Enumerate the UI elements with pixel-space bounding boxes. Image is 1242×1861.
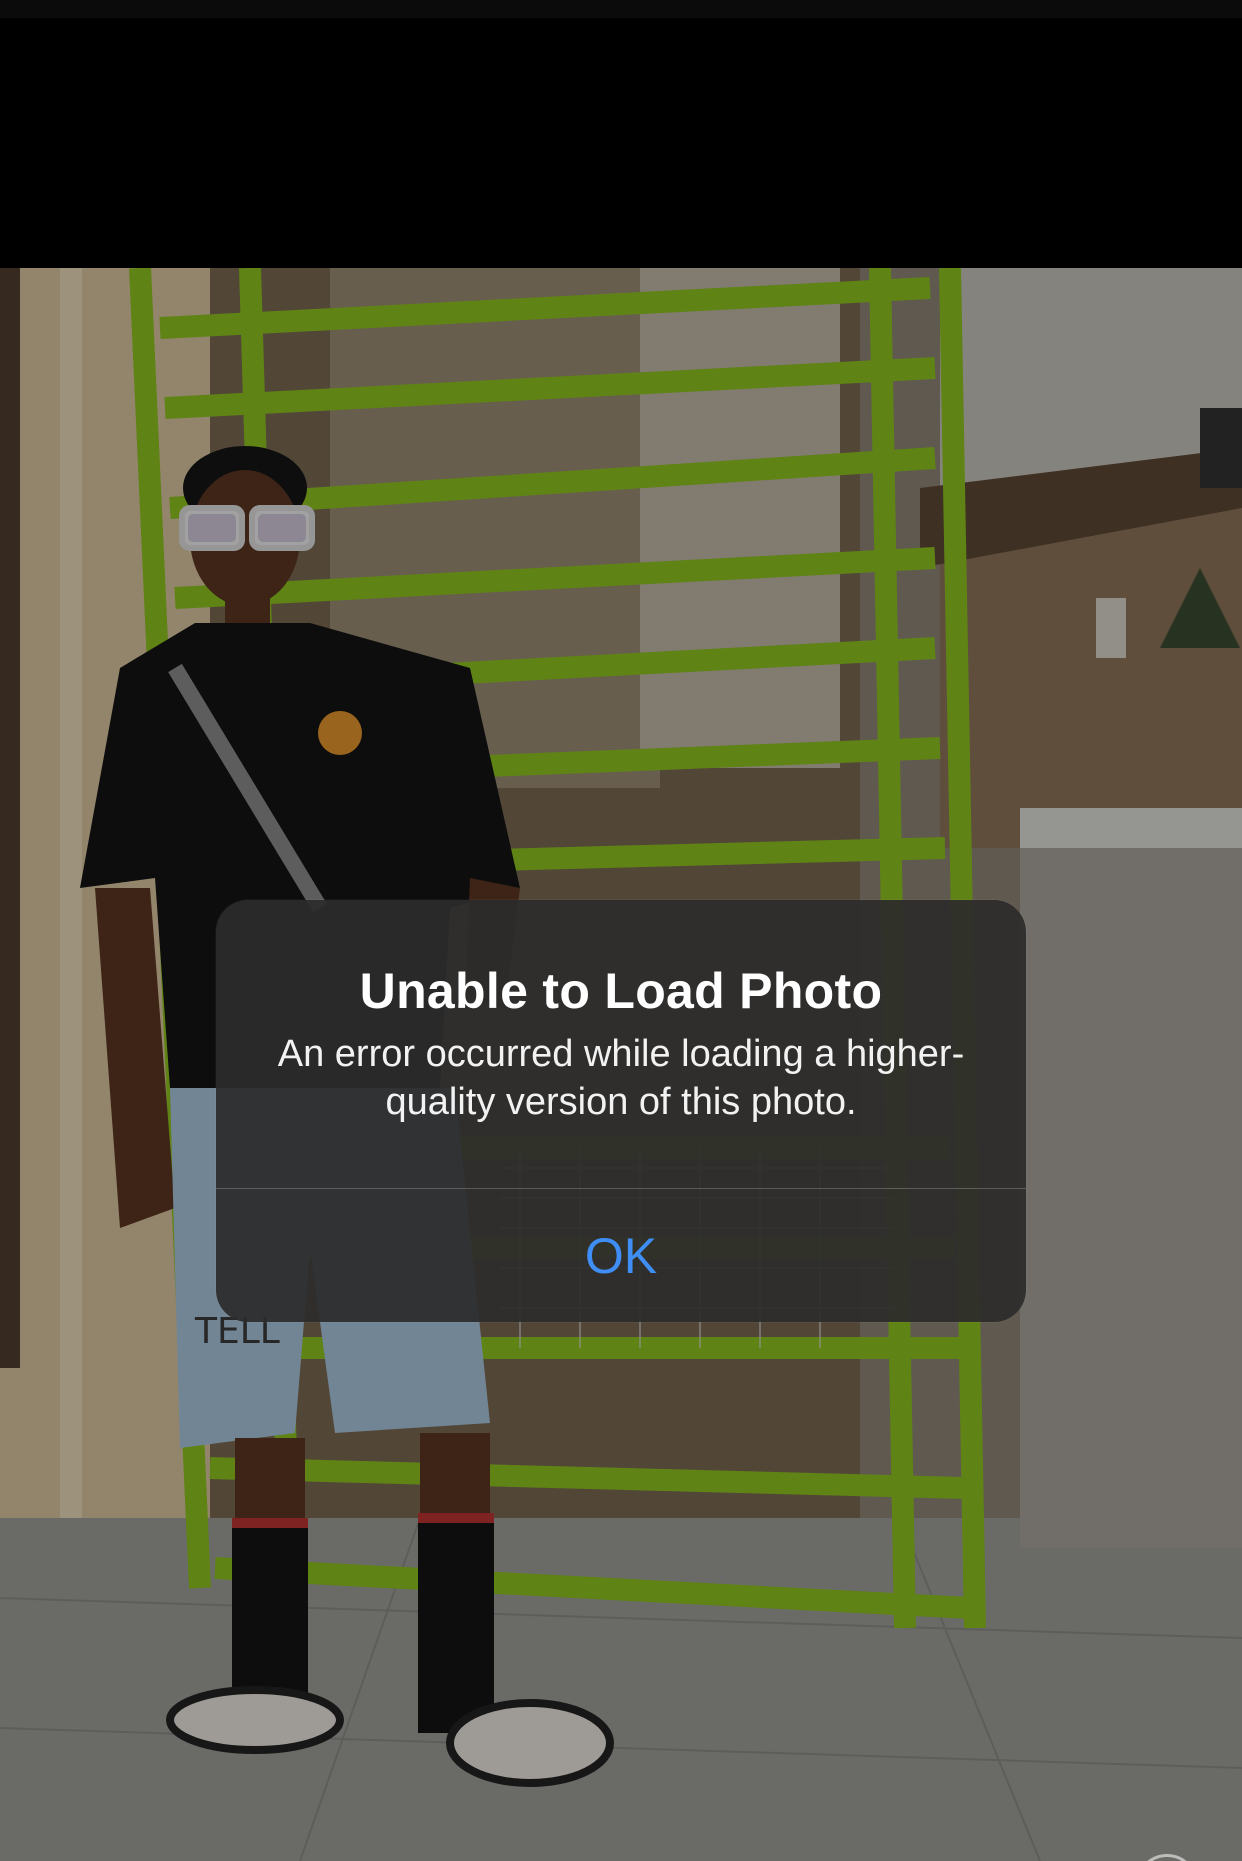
alert-dialog: Unable to Load Photo An error occurred w… — [216, 900, 1026, 1322]
alert-message: An error occurred while loading a higher… — [277, 1033, 965, 1123]
photo-viewer-screen: TELL Unable to Load Photo An error occur… — [0, 0, 1242, 1861]
ok-button[interactable]: OK — [216, 1189, 1026, 1322]
alert-title: Unable to Load Photo — [359, 963, 883, 1019]
